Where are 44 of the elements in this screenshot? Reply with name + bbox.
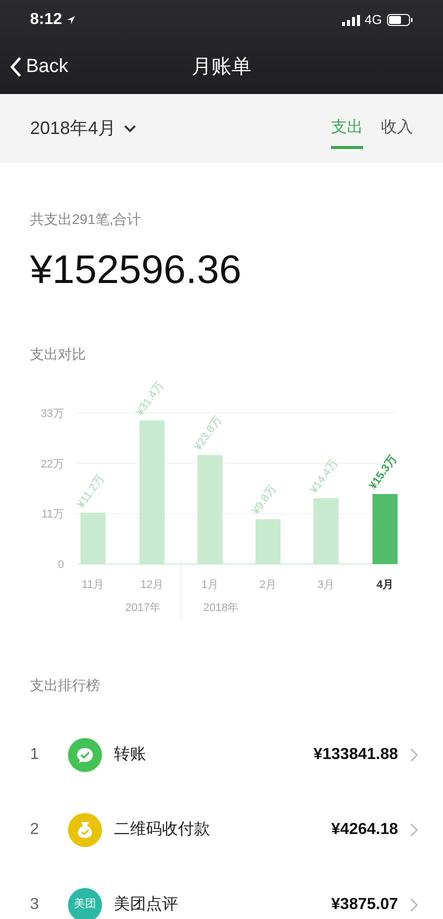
axis-label: 11万 xyxy=(42,508,64,521)
status-time: 8:12 xyxy=(30,10,62,30)
category-name: 二维码收付款 xyxy=(114,820,211,840)
bar[interactable] xyxy=(256,519,280,564)
section-title: 支出排行榜 xyxy=(30,676,101,695)
rank-number: 1 xyxy=(30,744,40,764)
bar[interactable] xyxy=(372,494,398,564)
total-amount: ¥152596.36 xyxy=(30,247,242,294)
signal-icon xyxy=(342,14,360,26)
amount: ¥133841.88 xyxy=(313,744,398,764)
month-label[interactable]: 4月 xyxy=(376,579,394,591)
year-label: 2018年 xyxy=(203,602,239,614)
back-button[interactable]: Back xyxy=(10,52,68,82)
bar[interactable] xyxy=(80,512,106,564)
month-selector[interactable]: 2018年4月 xyxy=(30,115,136,142)
rank-number: 2 xyxy=(30,820,40,840)
axis-label: 33万 xyxy=(40,408,64,420)
category-name: 美团点评 xyxy=(114,894,179,914)
bar[interactable] xyxy=(314,498,338,564)
chevron-right-icon xyxy=(410,748,418,762)
amount: ¥4264.18 xyxy=(331,820,398,840)
bar[interactable] xyxy=(198,455,222,564)
year-label: 2017年 xyxy=(125,602,161,614)
chevron-left-icon xyxy=(10,56,22,78)
page-title: 月账单 xyxy=(192,55,252,80)
network-label: 4G xyxy=(364,11,382,30)
chevron-right-icon xyxy=(410,822,418,836)
summary-caption: 共支出291笔,合计 xyxy=(30,210,142,229)
amount: ¥3875.07 xyxy=(331,894,398,914)
logo-icon: 美团 xyxy=(68,888,102,919)
rank-number: 3 xyxy=(30,894,40,914)
axis-label: 0 xyxy=(58,559,64,571)
category-name: 转账 xyxy=(114,744,147,764)
chevron-down-icon xyxy=(124,124,136,132)
axis-label: 22万 xyxy=(40,458,64,470)
chevron-right-icon xyxy=(410,898,418,912)
location-arrow-icon xyxy=(66,15,76,25)
ranking-row[interactable]: 1 转账 ¥133841.88 xyxy=(30,717,418,792)
filter-tab[interactable]: 收入 xyxy=(381,108,413,149)
section-title: 支出对比 xyxy=(30,345,87,364)
battery-icon xyxy=(387,14,413,26)
ranking-row[interactable]: 3 美团 美团点评 ¥3875.07 xyxy=(30,867,418,919)
ranking-row[interactable]: 2 二维码收付款 ¥4264.18 xyxy=(30,792,418,867)
bar[interactable] xyxy=(140,420,164,564)
